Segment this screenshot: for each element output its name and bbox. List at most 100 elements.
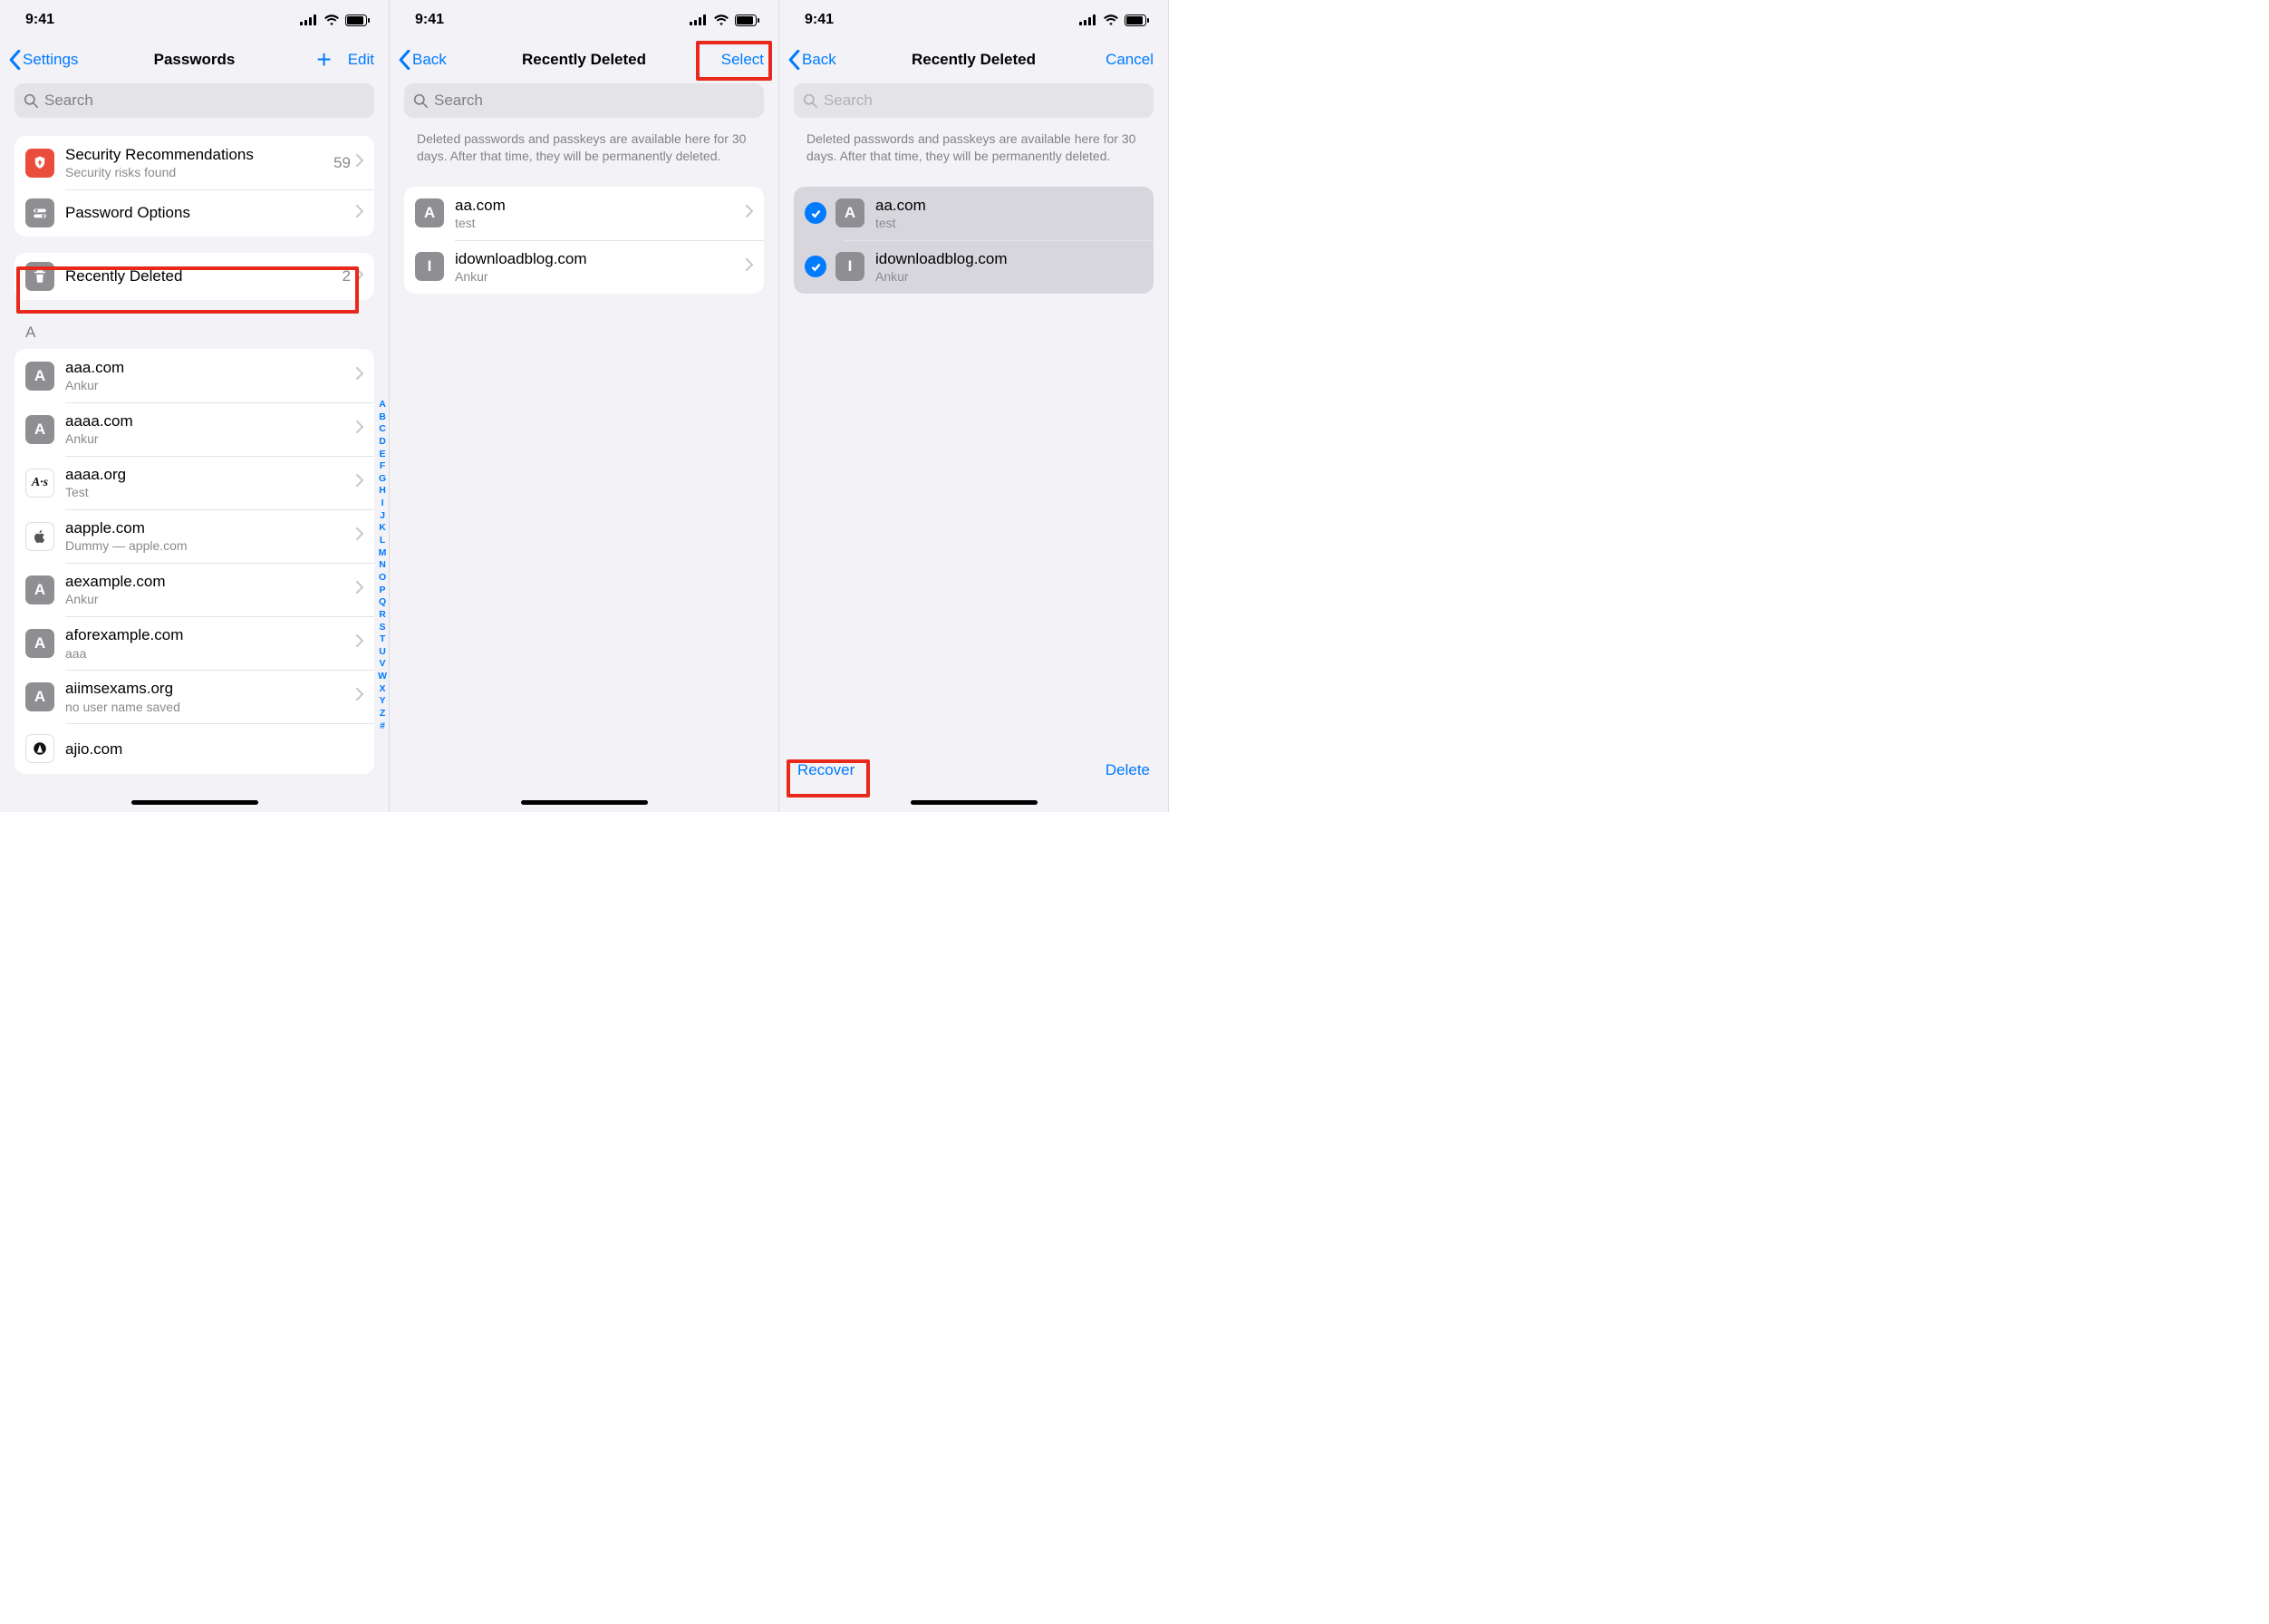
status-bar: 9:41 [390,0,778,40]
chevron-right-icon [356,420,363,438]
password-row[interactable]: A aaa.com Ankur [14,349,374,402]
row-title: aaaa.com [65,411,356,430]
section-header-a: A [0,316,389,345]
row-title: aexample.com [65,572,356,591]
site-initial-icon: A [835,198,864,227]
deleted-password-row[interactable]: I idownloadblog.com Ankur [404,240,764,294]
search-input: Search [794,83,1154,118]
site-initial-icon: A [25,415,54,444]
row-subtitle: Ankur [875,269,1143,285]
row-title: aa.com [875,196,1143,215]
home-indicator[interactable] [131,800,258,805]
search-placeholder: Search [44,92,93,110]
site-initial-icon: I [835,252,864,281]
search-placeholder: Search [434,92,483,110]
row-security-recommendations[interactable]: Security Recommendations Security risks … [14,136,374,189]
row-title: aaa.com [65,358,356,377]
back-label: Settings [23,51,78,69]
search-input[interactable]: Search [14,83,374,118]
shield-warning-icon [25,149,54,178]
chevron-right-icon [356,268,363,285]
site-favicon [25,734,54,763]
select-button[interactable]: Select [716,47,769,72]
edit-button[interactable]: Edit [343,47,380,72]
back-button[interactable]: Back [788,50,836,70]
row-subtitle: Security risks found [65,165,333,180]
row-subtitle: Test [65,485,356,500]
back-label: Back [412,51,447,69]
nav-bar: Back Recently Deleted Select [390,40,778,80]
checkbox-checked[interactable] [805,256,826,277]
row-title: idownloadblog.com [455,249,746,268]
recover-button[interactable]: Recover [797,761,854,779]
status-indicators [1079,14,1150,26]
deleted-password-row-selected[interactable]: I idownloadblog.com Ankur [794,240,1154,294]
nav-bar: Back Recently Deleted Cancel [779,40,1168,80]
row-recently-deleted[interactable]: Recently Deleted 2 [14,253,374,300]
row-subtitle: Ankur [65,378,356,393]
row-title: aaaa.org [65,465,356,484]
site-initial-icon: A [415,198,444,227]
security-count: 59 [333,154,351,172]
row-subtitle: aaa [65,646,356,662]
row-subtitle: test [875,216,1143,231]
password-row[interactable]: A aaaa.com Ankur [14,402,374,456]
chevron-right-icon [356,581,363,598]
switches-icon [25,198,54,227]
cancel-button[interactable]: Cancel [1100,47,1159,72]
row-title: Recently Deleted [65,266,343,285]
status-time: 9:41 [415,12,444,28]
row-password-options[interactable]: Password Options [14,189,374,237]
row-title: Security Recommendations [65,145,333,164]
row-title: ajio.com [65,740,363,759]
add-button[interactable]: + [316,47,331,72]
search-input[interactable]: Search [404,83,764,118]
search-placeholder: Search [824,92,873,110]
back-button[interactable]: Back [399,50,447,70]
screen-passwords: 9:41 Settings Passwords + Edit Search [0,0,390,812]
trash-icon [25,262,54,291]
chevron-right-icon [356,367,363,384]
row-subtitle: no user name saved [65,700,356,715]
row-title: aa.com [455,196,746,215]
chevron-right-icon [356,634,363,652]
page-title: Recently Deleted [522,51,646,69]
home-indicator[interactable] [521,800,648,805]
nav-bar: Settings Passwords + Edit [0,40,389,80]
status-time: 9:41 [25,12,54,28]
deleted-password-row[interactable]: A aa.com test [404,187,764,240]
back-button[interactable]: Settings [9,50,78,70]
status-indicators [690,14,760,26]
chevron-right-icon [356,527,363,545]
row-subtitle: Ankur [455,269,746,285]
chevron-right-icon [356,474,363,491]
status-bar: 9:41 [0,0,389,40]
password-row[interactable]: A aexample.com Ankur [14,563,374,616]
home-indicator[interactable] [911,800,1038,805]
deleted-password-row-selected[interactable]: A aa.com test [794,187,1154,240]
chevron-right-icon [356,154,363,171]
password-row[interactable]: A aiimsexams.org no user name saved [14,670,374,723]
site-favicon: A·s [25,469,54,498]
delete-button[interactable]: Delete [1106,761,1150,779]
password-row[interactable]: aapple.com Dummy — apple.com [14,509,374,563]
checkbox-checked[interactable] [805,202,826,224]
page-title: Recently Deleted [912,51,1036,69]
chevron-right-icon [356,688,363,705]
row-title: aapple.com [65,518,356,537]
apple-icon [25,522,54,551]
site-initial-icon: I [415,252,444,281]
site-initial-icon: A [25,362,54,391]
password-row[interactable]: ajio.com [14,723,374,774]
site-initial-icon: A [25,629,54,658]
info-text: Deleted passwords and passkeys are avail… [779,127,1168,178]
screen-recently-deleted-selecting: 9:41 Back Recently Deleted Cancel Search… [779,0,1169,812]
site-initial-icon: A [25,682,54,711]
password-row[interactable]: A aforexample.com aaa [14,616,374,670]
password-row[interactable]: A·s aaaa.org Test [14,456,374,509]
passwords-list[interactable]: Security Recommendations Security risks … [0,127,389,812]
back-label: Back [802,51,836,69]
row-subtitle: Ankur [65,592,356,607]
row-title: Password Options [65,203,356,222]
alphabet-index[interactable]: ABCDEFGHIJKLMNOPQRSTUVWXYZ# [378,399,387,732]
